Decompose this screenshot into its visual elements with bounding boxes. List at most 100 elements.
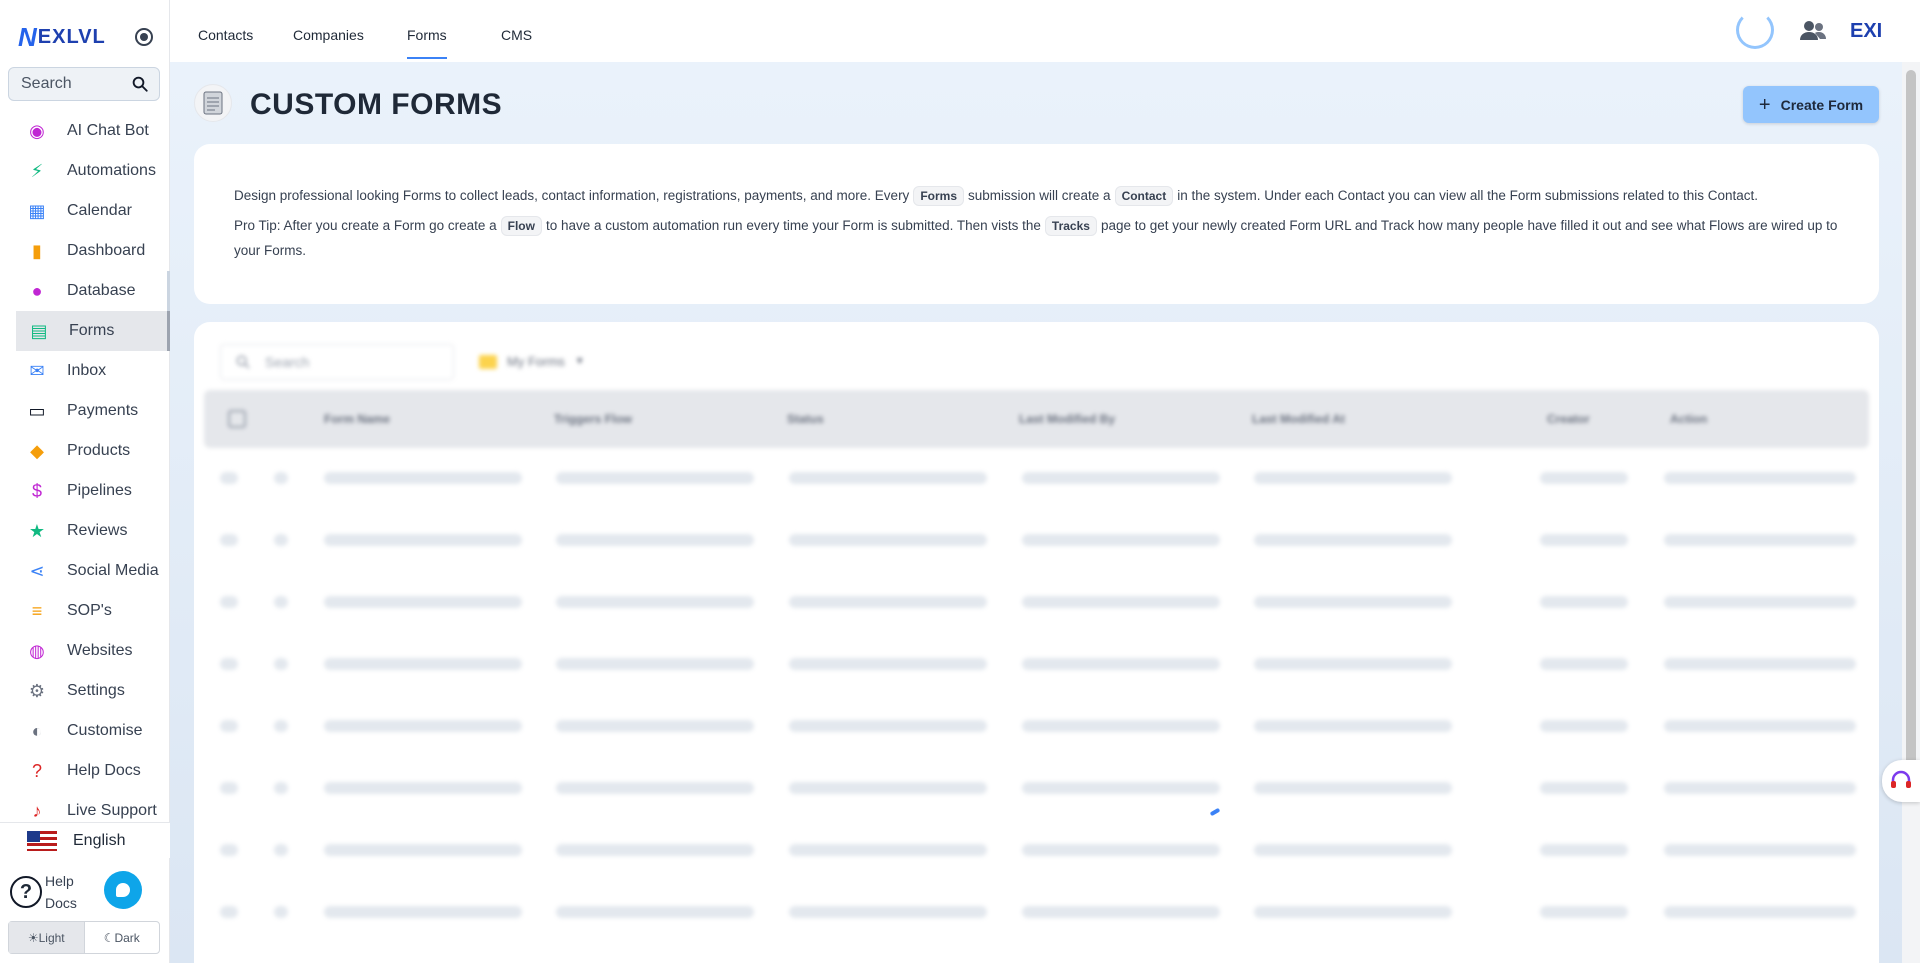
mail-icon: ✉ — [29, 361, 45, 381]
users-icon[interactable] — [1800, 20, 1826, 42]
scrollbar-thumb[interactable] — [1906, 70, 1916, 770]
column-header[interactable]: Triggers Flow — [554, 412, 632, 426]
skeleton-cell — [789, 534, 987, 546]
skeleton-cell — [220, 658, 238, 670]
skeleton-cell — [1664, 658, 1856, 670]
main-content: CUSTOM FORMS + Create Form Design profes… — [170, 62, 1902, 963]
sidebar-toggle-icon[interactable] — [135, 28, 153, 46]
select-all-checkbox[interactable] — [228, 410, 246, 428]
chip-flow: Flow — [500, 216, 542, 237]
skeleton-cell — [324, 782, 522, 794]
skeleton-cell — [789, 472, 987, 484]
skeleton-cell — [1254, 658, 1452, 670]
sidebar-item-label: Automations — [67, 162, 156, 179]
sidebar-item-forms[interactable]: ▤ Forms — [16, 311, 170, 351]
table-search-input[interactable]: Search — [220, 344, 454, 380]
sidebar-item-inbox[interactable]: ✉ Inbox — [0, 351, 170, 391]
sidebar-item-help-docs[interactable]: ? Help Docs — [0, 751, 170, 791]
live-support-icon[interactable] — [1882, 760, 1920, 802]
sidebar-item-label: Pipelines — [67, 482, 132, 499]
theme-dark-button[interactable]: ☾ Dark — [85, 922, 160, 953]
sun-icon: ☀ — [27, 930, 39, 945]
table-row-skeleton — [194, 906, 1879, 926]
skeleton-cell — [324, 720, 522, 732]
sidebar-item-payments[interactable]: ▭ Payments — [0, 391, 170, 431]
column-header[interactable]: Status — [787, 412, 824, 426]
palette-icon: ◐ — [31, 721, 43, 741]
brand-n-mark: N — [18, 21, 37, 52]
skeleton-cell — [1254, 596, 1452, 608]
sidebar-item-label: Dashboard — [67, 242, 146, 259]
skeleton-cell — [220, 906, 238, 918]
page-scrollbar[interactable] — [1902, 62, 1920, 963]
column-header[interactable]: Form Name — [324, 412, 390, 426]
top-nav-bar: Contacts Companies Forms CMS EXI — [170, 0, 1920, 62]
sidebar-item-dashboard[interactable]: ▮ Dashboard — [0, 231, 170, 271]
create-form-button[interactable]: + Create Form — [1743, 86, 1879, 123]
sidebar-item-calendar[interactable]: ▦ Calendar — [0, 191, 170, 231]
theme-toggle[interactable]: ☀ Light ☾ Dark — [8, 921, 160, 954]
sidebar-item-websites[interactable]: ◍ Websites — [0, 631, 170, 671]
skeleton-cell — [1664, 534, 1856, 546]
sidebar-item-products[interactable]: ◆ Products — [0, 431, 170, 471]
skeleton-cell — [1664, 720, 1856, 732]
plus-icon: + — [1758, 93, 1771, 116]
brand-mini-logo[interactable]: EXI — [1850, 20, 1882, 43]
sidebar-item-social-media[interactable]: ⋖ Social Media — [0, 551, 170, 591]
skeleton-cell — [324, 844, 522, 856]
skeleton-cell — [1664, 596, 1856, 608]
sidebar-item-database[interactable]: ● Database — [0, 271, 170, 311]
language-selector[interactable]: English — [0, 822, 170, 858]
us-flag-icon — [27, 830, 57, 851]
sidebar-item-label: Settings — [67, 682, 125, 699]
skeleton-cell — [1664, 844, 1856, 856]
table-row-skeleton — [194, 844, 1879, 864]
sidebar-search-input[interactable]: Search — [8, 67, 160, 101]
sidebar-item-sop-s[interactable]: ≡ SOP's — [0, 591, 170, 631]
tab-cms[interactable]: CMS — [501, 27, 532, 43]
tab-forms[interactable]: Forms — [407, 27, 447, 59]
support-icon: ♪ — [32, 801, 42, 821]
gear-icon: ⚙ — [28, 681, 46, 701]
column-header[interactable]: Last Modified By — [1019, 412, 1115, 426]
column-header[interactable]: Action — [1670, 412, 1707, 426]
tab-contacts[interactable]: Contacts — [198, 27, 253, 43]
column-header[interactable]: Creator — [1547, 412, 1590, 426]
column-header[interactable]: Last Modified At — [1252, 412, 1345, 426]
skeleton-cell — [274, 472, 288, 484]
skeleton-cell — [1540, 596, 1628, 608]
checklist-icon: ≡ — [31, 601, 43, 621]
skeleton-cell — [789, 782, 987, 794]
skeleton-cell — [220, 782, 238, 794]
skeleton-cell — [1540, 534, 1628, 546]
brand-logo[interactable]: N EXLVL — [18, 22, 153, 52]
skeleton-cell — [1664, 472, 1856, 484]
sidebar-item-automations[interactable]: ⚡ Automations — [0, 151, 170, 191]
folder-dropdown[interactable]: My Forms ▼ — [479, 354, 585, 369]
search-icon[interactable] — [131, 75, 149, 93]
forms-table-card: Search My Forms ▼ Form Name Triggers Flo… — [194, 322, 1879, 963]
page-title: CUSTOM FORMS — [250, 88, 503, 121]
sidebar-item-ai-chat-bot[interactable]: ◉ AI Chat Bot — [0, 111, 170, 151]
globe-icon: ◍ — [29, 641, 45, 661]
tab-companies[interactable]: Companies — [293, 27, 364, 43]
sidebar-item-customise[interactable]: ◐ Customise — [0, 711, 170, 751]
table-row-skeleton — [194, 596, 1879, 616]
sidebar-item-pipelines[interactable]: $ Pipelines — [0, 471, 170, 511]
skeleton-cell — [556, 844, 754, 856]
skeleton-cell — [1540, 844, 1628, 856]
skeleton-cell — [1254, 472, 1452, 484]
sidebar-item-reviews[interactable]: ★ Reviews — [0, 511, 170, 551]
sidebar-item-settings[interactable]: ⚙ Settings — [0, 671, 170, 711]
theme-light-button[interactable]: ☀ Light — [9, 922, 85, 953]
info-paragraph-1: Design professional looking Forms to col… — [234, 184, 1839, 208]
chat-launcher-button[interactable] — [104, 871, 142, 909]
skeleton-cell — [556, 472, 754, 484]
skeleton-cell — [556, 534, 754, 546]
forms-page-icon — [194, 84, 232, 122]
help-docs-link[interactable]: ? Help Docs — [10, 870, 77, 914]
sidebar-item-label: Products — [67, 442, 131, 459]
skeleton-cell — [1022, 658, 1220, 670]
skeleton-cell — [220, 596, 238, 608]
skeleton-cell — [1664, 782, 1856, 794]
